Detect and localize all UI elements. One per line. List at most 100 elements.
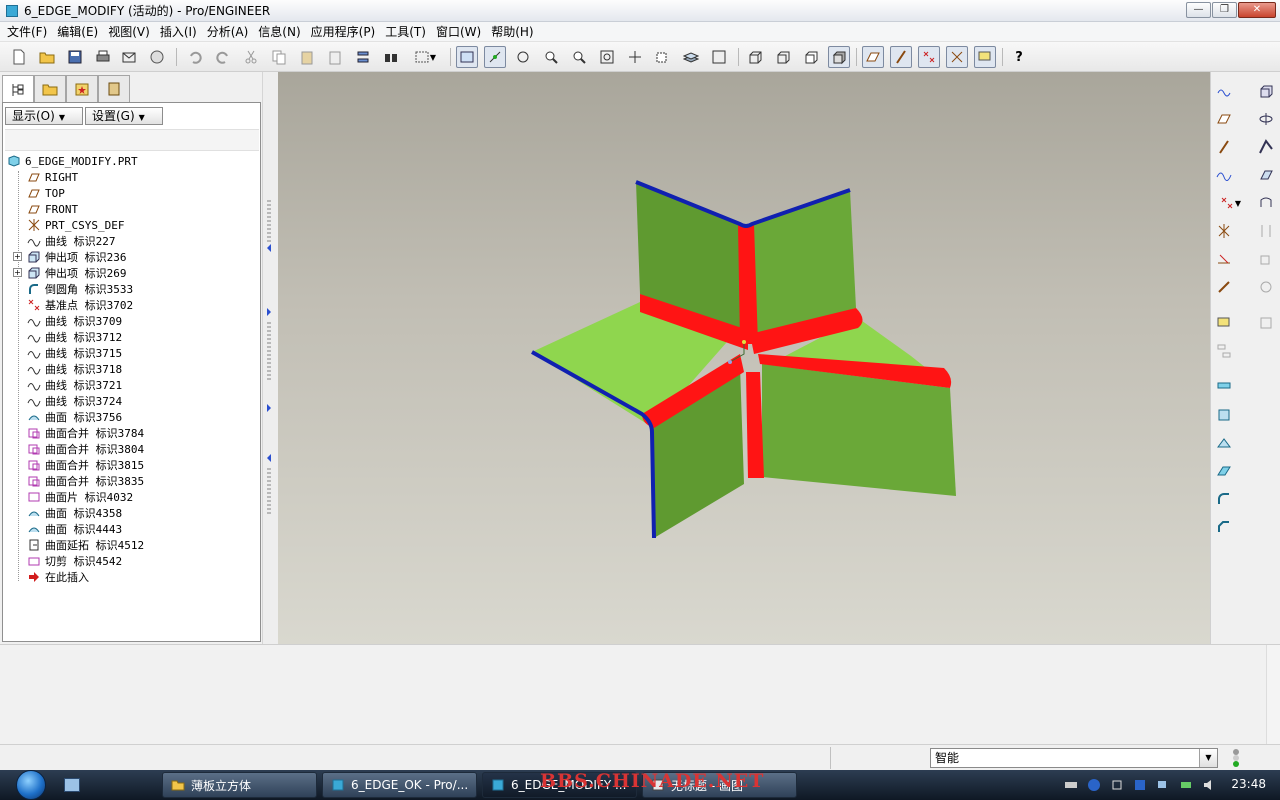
tree-item[interactable]: FRONT <box>27 201 78 217</box>
keyboard-icon[interactable] <box>1064 778 1078 792</box>
tree-item[interactable]: 基准点 标识3702 <box>27 297 133 313</box>
menu-view[interactable]: 视图(V) <box>103 22 155 42</box>
tree-expander[interactable]: + <box>13 268 22 277</box>
orient-mode-button[interactable] <box>512 46 534 68</box>
panel-splitter[interactable] <box>262 72 278 644</box>
tree-item[interactable]: 曲面 标识3756 <box>27 409 122 425</box>
tree-item[interactable]: 曲线 标识3715 <box>27 345 122 361</box>
hidden-line-button[interactable] <box>772 46 794 68</box>
menu-window[interactable]: 窗口(W) <box>431 22 486 42</box>
show-dropdown[interactable]: 显示(O) ▼ <box>5 107 83 125</box>
tree-item[interactable]: 倒圆角 标识3533 <box>27 281 133 297</box>
zoom-in-button[interactable] <box>540 46 562 68</box>
tree-item[interactable]: 曲线 标识3712 <box>27 329 122 345</box>
start-button[interactable] <box>10 770 52 800</box>
tree-item[interactable]: 曲线 标识3721 <box>27 377 122 393</box>
revolve-tool-button[interactable] <box>1255 108 1277 130</box>
no-hidden-button[interactable] <box>800 46 822 68</box>
saved-views-button[interactable] <box>652 46 674 68</box>
annotation-tool-button[interactable] <box>1213 312 1235 334</box>
volume-icon[interactable] <box>1202 778 1216 792</box>
extrude-tool-button[interactable] <box>1255 80 1277 102</box>
tree-item[interactable]: 曲面片 标识4032 <box>27 489 133 505</box>
analysis-tool-button[interactable] <box>1213 248 1235 270</box>
layers-button[interactable] <box>680 46 702 68</box>
tree-item[interactable]: 曲面合并 标识3784 <box>27 425 144 441</box>
minimize-button[interactable]: — <box>1186 2 1211 18</box>
menu-applications[interactable]: 应用程序(P) <box>306 22 381 42</box>
redo-button[interactable] <box>212 46 234 68</box>
ime-icon[interactable] <box>1110 778 1124 792</box>
tree-item[interactable]: PRT_CSYS_DEF <box>27 217 124 233</box>
cut-button[interactable] <box>240 46 262 68</box>
tree-item[interactable]: 曲线 标识227 <box>27 233 116 249</box>
tree-item[interactable]: 曲面 标识4443 <box>27 521 122 537</box>
model-tree-filter-row[interactable] <box>5 129 259 151</box>
collapse-left-icon[interactable] <box>267 244 271 252</box>
save-button[interactable] <box>64 46 86 68</box>
expand-right-icon[interactable] <box>267 308 271 316</box>
tab-folder-browser[interactable] <box>34 75 66 102</box>
task-proe-ok[interactable]: 6_EDGE_OK - Pro/... <box>322 772 477 798</box>
tree-item[interactable]: RIGHT <box>27 169 78 185</box>
collapse-left-icon[interactable] <box>267 454 271 462</box>
project-tool-button[interactable] <box>1213 460 1235 482</box>
blend-tool-button[interactable] <box>1255 164 1277 186</box>
print-button[interactable] <box>92 46 114 68</box>
sweep-tool-button[interactable] <box>1255 136 1277 158</box>
selection-filter-select[interactable]: 智能 ▼ <box>930 748 1218 768</box>
paste-button[interactable] <box>296 46 318 68</box>
tree-item[interactable]: 曲面合并 标识3835 <box>27 473 144 489</box>
open-button[interactable] <box>36 46 58 68</box>
email-link-button[interactable] <box>146 46 168 68</box>
tree-item[interactable]: 曲面 标识4358 <box>27 505 122 521</box>
menu-info[interactable]: 信息(N) <box>253 22 305 42</box>
menu-analysis[interactable]: 分析(A) <box>202 22 254 42</box>
tab-favorites[interactable] <box>66 75 98 102</box>
tab-model-tree[interactable] <box>2 75 34 103</box>
regenerate-button[interactable] <box>352 46 374 68</box>
round-tool-button[interactable] <box>1213 488 1235 510</box>
zoom-out-button[interactable] <box>568 46 590 68</box>
tree-expander[interactable]: + <box>13 252 22 261</box>
datum-point-tool-button[interactable]: ▼ <box>1213 192 1247 214</box>
tree-item[interactable]: 曲线 标识3718 <box>27 361 122 377</box>
shading-button[interactable] <box>828 46 850 68</box>
message-scrollbar[interactable] <box>1266 645 1280 745</box>
tree-item[interactable]: 曲面合并 标识3815 <box>27 457 144 473</box>
datum-offset-tool-button[interactable] <box>1213 276 1235 298</box>
merge-tool-button[interactable] <box>1213 376 1235 398</box>
menu-file[interactable]: 文件(F) <box>2 22 52 42</box>
tree-item[interactable]: 曲面延拓 标识4512 <box>27 537 144 553</box>
chamfer-tool-button[interactable] <box>1213 516 1235 538</box>
undo-button[interactable] <box>184 46 206 68</box>
menu-edit[interactable]: 编辑(E) <box>52 22 103 42</box>
tree-item[interactable]: 曲面合并 标识3804 <box>27 441 144 457</box>
copy-button[interactable] <box>268 46 290 68</box>
rib-tool-button[interactable] <box>1255 276 1277 298</box>
csys-toggle[interactable] <box>946 46 968 68</box>
settings-dropdown[interactable]: 设置(G) ▼ <box>85 107 163 125</box>
find-button[interactable] <box>380 46 402 68</box>
email-button[interactable] <box>118 46 140 68</box>
restore-button[interactable]: ❐ <box>1212 2 1237 18</box>
annotation-toggle[interactable] <box>974 46 996 68</box>
tab-connections[interactable] <box>98 75 130 102</box>
help-icon[interactable] <box>1087 778 1101 792</box>
bluetooth-icon[interactable] <box>1133 778 1147 792</box>
datum-plane-tool-button[interactable] <box>1213 108 1235 130</box>
tree-item[interactable]: 伸出项 标识269 <box>27 265 127 281</box>
close-button[interactable]: ✕ <box>1238 2 1276 18</box>
battery-icon[interactable] <box>1179 778 1193 792</box>
task-folder[interactable]: 薄板立方体 <box>162 772 317 798</box>
menu-help[interactable]: 帮助(H) <box>486 22 538 42</box>
view-manager-button[interactable] <box>708 46 730 68</box>
show-desktop-icon[interactable] <box>64 778 80 792</box>
window-titlebar[interactable]: 6_EDGE_MODIFY (活动的) - Pro/ENGINEER — ❐ ✕ <box>0 0 1280 22</box>
sketch-tool-button[interactable] <box>1213 80 1235 102</box>
spin-center-button[interactable] <box>484 46 506 68</box>
new-file-button[interactable] <box>8 46 30 68</box>
menu-tools[interactable]: 工具(T) <box>380 22 431 42</box>
shell-tool-button[interactable] <box>1255 248 1277 270</box>
repaint-button[interactable] <box>456 46 478 68</box>
